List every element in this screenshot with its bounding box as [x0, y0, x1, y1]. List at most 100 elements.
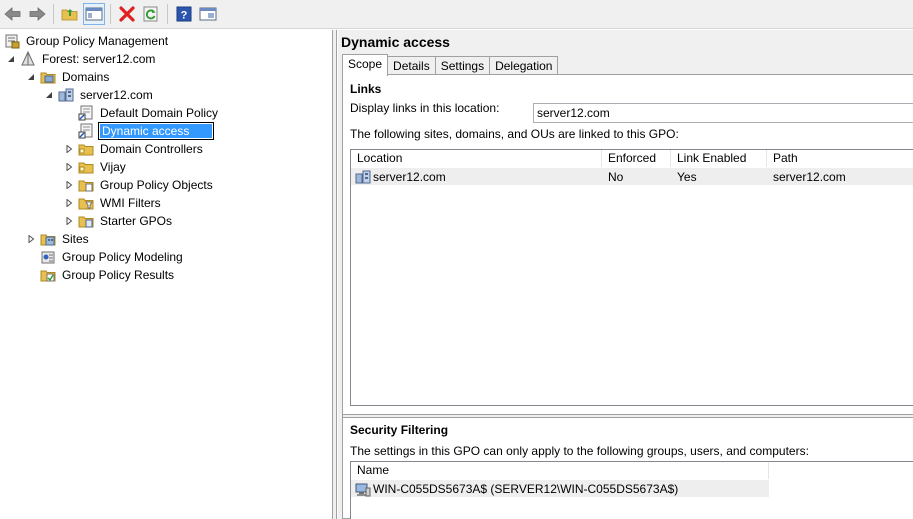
domain-icon	[355, 169, 371, 185]
tree-node-label: Vijay	[100, 160, 126, 174]
help-button[interactable]: ?	[173, 3, 195, 25]
tree-node-label: server12.com	[80, 88, 153, 102]
up-one-level-button[interactable]	[59, 3, 81, 25]
tree-node-forest[interactable]: Forest: server12.com	[6, 50, 157, 68]
ou-folder-icon	[78, 141, 94, 157]
expand-triangle-icon[interactable]	[64, 176, 74, 194]
tree-node-label: Group Policy Management	[26, 34, 169, 48]
table-row[interactable]: server12.com No Yes server12.com	[351, 168, 913, 185]
forward-button[interactable]	[26, 3, 48, 25]
help-icon: ?	[176, 6, 192, 22]
tree-node-label: Group Policy Results	[62, 268, 175, 282]
tree-node-label: Domain Controllers	[100, 142, 203, 156]
group-policy-management-icon	[4, 33, 20, 49]
gpo-link-icon	[78, 123, 94, 139]
tab-scope[interactable]: Scope	[342, 54, 389, 76]
tree-node-label-selected[interactable]: Dynamic access	[98, 122, 215, 140]
expand-triangle-icon[interactable]	[26, 230, 36, 248]
expand-triangle-icon[interactable]	[64, 194, 74, 212]
tree-node-label: Domains	[62, 70, 110, 84]
properties-icon	[199, 7, 217, 21]
toolbar-separator	[110, 4, 111, 24]
domain-icon	[58, 87, 74, 103]
tree-node-sites[interactable]: Sites	[26, 230, 91, 248]
security-filtering-heading: Security Filtering	[350, 423, 449, 437]
tree-node-group-policy-objects[interactable]: Group Policy Objects	[64, 176, 215, 194]
refresh-button[interactable]	[140, 3, 162, 25]
security-list-header: Name	[351, 462, 769, 479]
column-header-location[interactable]: Location	[351, 150, 602, 167]
tree-node-wmi-filters[interactable]: WMI Filters	[64, 194, 163, 212]
sites-icon	[40, 231, 56, 247]
delete-icon	[119, 6, 135, 22]
tree-node-domain-controllers[interactable]: Domain Controllers	[64, 140, 205, 158]
tree-node-domain-server12[interactable]: server12.com	[44, 86, 155, 104]
tree-node-vijay[interactable]: Vijay	[64, 158, 128, 176]
toolbar: ?	[0, 0, 913, 29]
starter-gpo-folder-icon	[78, 213, 94, 229]
column-header-path[interactable]: Path	[767, 150, 913, 167]
domains-folder-icon	[40, 69, 56, 85]
column-header-link-enabled[interactable]: Link Enabled	[671, 150, 767, 167]
tree-node-group-policy-modeling[interactable]: Group Policy Modeling	[40, 248, 185, 266]
display-links-location-dropdown[interactable]: server12.com	[533, 103, 913, 123]
column-header-enforced[interactable]: Enforced	[602, 150, 671, 167]
back-button[interactable]	[2, 3, 24, 25]
links-list[interactable]: Location Enforced Link Enabled Path serv…	[350, 149, 913, 406]
pane-splitter[interactable]	[333, 30, 337, 519]
refresh-icon	[143, 6, 158, 22]
cell-location: server12.com	[351, 169, 602, 185]
tree-node-label: Group Policy Modeling	[62, 250, 183, 264]
expand-triangle-icon[interactable]	[64, 158, 74, 176]
links-heading: Links	[350, 82, 382, 96]
tree-node-label: Group Policy Objects	[100, 178, 213, 192]
ou-folder-icon	[78, 159, 94, 175]
cell-name: WIN-C055DS5673A$ (SERVER12\WIN-C055DS567…	[351, 481, 769, 497]
collapse-triangle-icon[interactable]	[26, 68, 36, 86]
collapse-triangle-icon[interactable]	[6, 50, 16, 68]
tree-node-domains[interactable]: Domains	[26, 68, 111, 86]
collapse-triangle-icon[interactable]	[44, 86, 54, 104]
column-header-name[interactable]: Name	[351, 462, 769, 479]
tree-node-label: Forest: server12.com	[42, 52, 156, 66]
properties-button[interactable]	[197, 3, 219, 25]
expand-triangle-icon[interactable]	[64, 140, 74, 158]
tree-node-starter-gpos[interactable]: Starter GPOs	[64, 212, 174, 230]
tab-delegation[interactable]: Delegation	[489, 56, 559, 76]
tree-node-label: Default Domain Policy	[100, 106, 219, 120]
tree-node-label: WMI Filters	[100, 196, 161, 210]
cell-path: server12.com	[773, 169, 846, 184]
cell-enforced: No	[608, 169, 624, 184]
section-splitter[interactable]	[343, 414, 913, 418]
cell-location-text: server12.com	[373, 169, 446, 184]
table-row[interactable]: WIN-C055DS5673A$ (SERVER12\WIN-C055DS567…	[351, 480, 769, 497]
console-tree[interactable]: Group Policy Management Forest: server12…	[0, 30, 333, 519]
tree-node-default-domain-policy[interactable]: Default Domain Policy	[78, 104, 220, 122]
tree-node-group-policy-management[interactable]: Group Policy Management	[4, 32, 170, 50]
toolbar-separator	[53, 4, 54, 24]
security-filtering-description: The settings in this GPO can only apply …	[350, 444, 809, 458]
results-icon	[40, 267, 56, 283]
show-hide-console-tree-button[interactable]	[83, 3, 105, 25]
cell-link-enabled: Yes	[677, 169, 697, 184]
tree-node-group-policy-results[interactable]: Group Policy Results	[40, 266, 176, 284]
wmi-filter-folder-icon	[78, 195, 94, 211]
scope-tab-panel: Links Display links in this location: se…	[342, 74, 913, 519]
security-filtering-list[interactable]: Name WIN-C055DS5673A$ (SERVER12\WIN-C055…	[350, 461, 913, 519]
tree-node-label: Sites	[62, 232, 89, 246]
gpo-title: Dynamic access	[341, 34, 450, 50]
toolbar-separator	[167, 4, 168, 24]
forest-icon	[20, 51, 36, 67]
links-list-header: Location Enforced Link Enabled Path	[351, 150, 913, 167]
tab-details[interactable]: Details	[387, 56, 436, 76]
back-arrow-icon	[4, 7, 21, 21]
expand-triangle-icon[interactable]	[64, 212, 74, 230]
show-hide-tree-icon	[85, 7, 103, 21]
tab-settings[interactable]: Settings	[434, 56, 491, 76]
cell-name-text: WIN-C055DS5673A$ (SERVER12\WIN-C055DS567…	[373, 481, 679, 496]
delete-button[interactable]	[116, 3, 138, 25]
linked-description: The following sites, domains, and OUs ar…	[350, 127, 679, 141]
tree-node-dynamic-access[interactable]: Dynamic access	[78, 122, 215, 140]
up-folder-icon	[61, 9, 78, 21]
tab-strip: Scope Details Settings Delegation	[342, 54, 559, 76]
